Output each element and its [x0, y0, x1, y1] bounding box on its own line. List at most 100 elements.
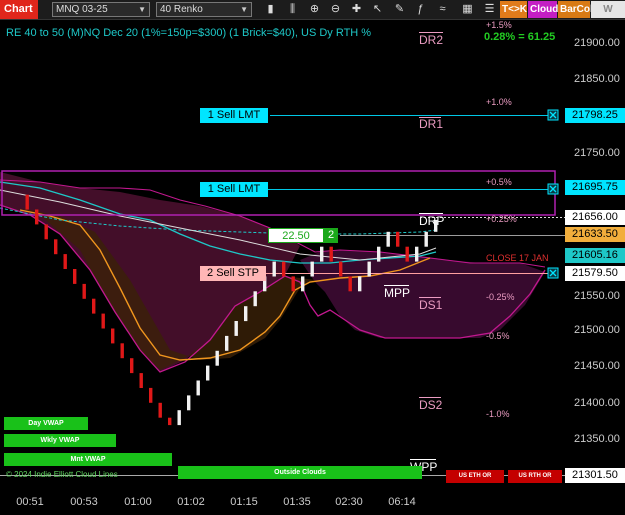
- sell-stop-order-label[interactable]: 2 Sell STP: [200, 266, 266, 281]
- wvwap-toggle-button[interactable]: W VWAP: [591, 1, 625, 32]
- renko-brick-down: [120, 343, 124, 359]
- price-tag-text: 21798.25: [572, 109, 618, 121]
- time-axis-label: 00:53: [70, 496, 98, 508]
- zoom-out-icon[interactable]: ⊖: [328, 2, 343, 17]
- sell-limit-order-label[interactable]: 1 Sell LMT: [200, 182, 268, 197]
- renko-brick-up: [196, 380, 200, 396]
- cloud-toggle-button[interactable]: Cloud: [528, 1, 558, 18]
- renko-brick-up: [206, 365, 210, 381]
- us-rth-or-button[interactable]: US RTH OR: [508, 470, 562, 483]
- price-tag-text: 21633.50: [572, 228, 618, 240]
- barcol-toggle-button[interactable]: BarCol: [558, 1, 593, 18]
- us-eth-or-button[interactable]: US ETH OR: [446, 470, 504, 483]
- renko-brick-down: [329, 246, 333, 262]
- copyright-text: © 2024 Indie Elliott Cloud Lines: [6, 470, 118, 479]
- pct-label: -0.25%: [486, 292, 515, 302]
- strategies-icon[interactable]: ≈: [435, 2, 450, 17]
- pivot-drp-label: DRP: [419, 214, 445, 228]
- price-axis-label: 21450.00: [574, 360, 620, 372]
- price-tag-stop: 21579.50: [565, 266, 625, 281]
- renko-brick-down: [35, 209, 39, 225]
- tk-toggle-button[interactable]: T<>K: [500, 1, 527, 18]
- price-tag-text: 21605.16: [572, 249, 618, 261]
- pct-label: -0.5%: [486, 331, 510, 341]
- price-tag-text: 21695.75: [572, 181, 618, 193]
- close-order-icon[interactable]: [547, 183, 559, 195]
- symbol-selector[interactable]: MNQ 03-25 ▼: [52, 2, 150, 17]
- renko-brick-down: [291, 276, 295, 292]
- chart-info-header: RE 40 to 50 (M)NQ Dec 20 (1%=150p=$300) …: [6, 27, 372, 39]
- chevron-down-icon: ▼: [240, 5, 248, 14]
- monthly-vwap-button[interactable]: Mnt VWAP: [4, 453, 172, 466]
- weekly-vwap-button[interactable]: Wkly VWAP: [4, 434, 116, 447]
- chart-menu-button[interactable]: Chart: [0, 0, 38, 19]
- sell-limit-order-label[interactable]: 1 Sell LMT: [200, 108, 268, 123]
- renko-brick-down: [25, 194, 29, 210]
- pivot-dr1-label: DR1: [419, 117, 444, 131]
- renko-brick-down: [348, 276, 352, 292]
- price-tag-last: 21656.00: [565, 210, 625, 225]
- time-axis-label: 01:00: [124, 496, 152, 508]
- data-series-icon[interactable]: ⫼: [285, 2, 300, 17]
- renko-brick-up: [386, 231, 390, 247]
- properties-icon[interactable]: ☰: [482, 2, 497, 17]
- renko-brick-up: [177, 410, 181, 426]
- price-axis-label: 21350.00: [574, 433, 620, 445]
- renko-brick-down: [111, 328, 115, 344]
- renko-brick-down: [63, 254, 67, 269]
- renko-brick-up: [253, 291, 257, 307]
- price-tag-text: 21579.50: [572, 267, 618, 279]
- price-axis[interactable]: 21900.00 21850.00 21750.00 21700.00 2155…: [565, 20, 625, 492]
- barcol-label: BarCol: [560, 4, 593, 15]
- interval-value: 40 Renko: [160, 4, 203, 15]
- price-tag-text: 21301.50: [572, 469, 618, 481]
- time-axis[interactable]: 00:51 00:53 01:00 01:02 01:15 01:35 02:3…: [0, 492, 565, 515]
- outside-clouds-button[interactable]: Outside Clouds: [178, 466, 422, 479]
- time-axis-label: 02:30: [335, 496, 363, 508]
- renko-brick-up: [234, 321, 238, 336]
- renko-brick-up: [320, 246, 324, 262]
- price-tag-wpp: 21301.50: [565, 468, 625, 483]
- close-label: CLOSE 17 JAN: [486, 253, 549, 263]
- pivot-ds1-label: DS1: [419, 298, 443, 312]
- zoom-in-icon[interactable]: ⊕: [307, 2, 322, 17]
- renko-brick-down: [149, 387, 153, 403]
- renko-brick-down: [44, 224, 48, 240]
- indicators-icon[interactable]: ƒ: [413, 2, 428, 17]
- price-tag-cyan: 21605.16: [565, 248, 625, 263]
- change-readout: 0.28% = 61.25: [484, 31, 556, 43]
- price-axis-label: 21900.00: [574, 37, 620, 49]
- renko-brick-up: [367, 261, 371, 277]
- select-pointer-icon[interactable]: ↖: [370, 2, 385, 17]
- price-tag-sell-lmt-2: 21695.75: [565, 180, 625, 195]
- pct-label: +0.25%: [486, 214, 517, 224]
- renko-brick-up: [358, 276, 362, 292]
- price-axis-label: 21500.00: [574, 324, 620, 336]
- tk-label: T<>K: [502, 4, 528, 15]
- drawing-tools-icon[interactable]: ✎: [392, 2, 407, 17]
- position-pnl-label[interactable]: 22.50: [268, 228, 324, 243]
- renko-brick-down: [396, 231, 400, 247]
- chart-trader-icon[interactable]: ▦: [460, 2, 475, 17]
- renko-brick-up: [415, 246, 419, 262]
- price-axis-label: 21850.00: [574, 73, 620, 85]
- close-order-icon[interactable]: [547, 267, 559, 279]
- price-axis-label: 21400.00: [574, 397, 620, 409]
- toolbar: Chart MNQ 03-25 ▼ 40 Renko ▼ ▮ ⫼ ⊕ ⊖ ✚ ↖ ✎…: [0, 0, 625, 32]
- crosshair-icon[interactable]: ✚: [349, 2, 364, 17]
- day-vwap-button[interactable]: Day VWAP: [4, 417, 88, 430]
- renko-brick-down: [54, 239, 58, 255]
- position-quantity-label[interactable]: 2: [324, 228, 338, 243]
- chart-plot-area[interactable]: RE 40 to 50 (M)NQ Dec 20 (1%=150p=$300) …: [0, 20, 565, 492]
- close-order-icon[interactable]: [547, 109, 559, 121]
- renko-brick-down: [73, 269, 77, 284]
- time-axis-label: 00:51: [16, 496, 44, 508]
- interval-selector[interactable]: 40 Renko ▼: [156, 2, 252, 17]
- pct-label: -1.0%: [486, 409, 510, 419]
- renko-brick-down: [82, 283, 86, 299]
- renko-brick-down: [139, 373, 143, 388]
- renko-brick-up: [310, 261, 314, 277]
- pivot-ds2-label: DS2: [419, 398, 443, 412]
- pct-label: +1.5%: [486, 20, 512, 30]
- bar-chart-icon[interactable]: ▮: [263, 2, 278, 17]
